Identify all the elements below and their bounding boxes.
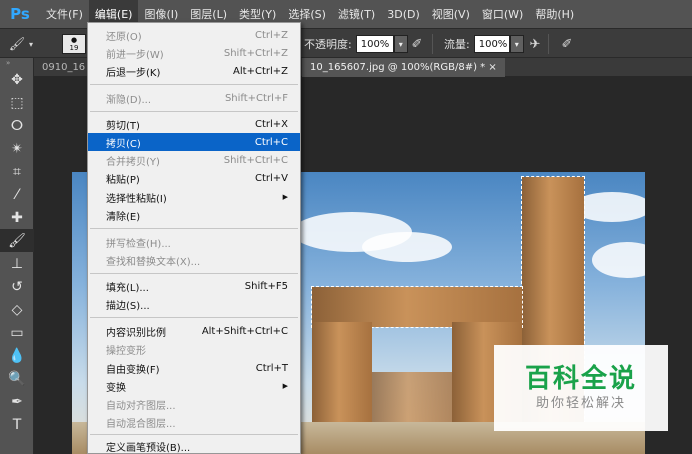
airbrush-icon: ✈ [529, 36, 541, 52]
menu-item-fade[interactable]: 渐隐(D)... Shift+Ctrl+F [88, 89, 300, 107]
menu-separator [90, 317, 298, 318]
menu-separator [90, 228, 298, 229]
menu-item-paste[interactable]: 粘贴(P) Ctrl+V [88, 169, 300, 187]
brush-tool-icon[interactable]: 🖌 [0, 229, 34, 252]
menu-item-spell-check[interactable]: 拼写检查(H)... [88, 233, 300, 251]
submenu-arrow-icon: ▶ [282, 193, 288, 201]
brush-icon: 🖌 [8, 36, 26, 52]
opacity-input[interactable]: 100% [355, 35, 394, 53]
brush-size-value: 19 [69, 44, 79, 52]
lasso-tool-icon[interactable]: ⵔ [0, 114, 34, 137]
document-tab-active[interactable]: 10_165607.jpg @ 100%(RGB/8#) * × [302, 58, 505, 77]
opacity-label: 不透明度: [304, 38, 352, 51]
watermark-badge: 百科全说 助你轻松解决 [494, 345, 668, 431]
menu-item-cut[interactable]: 剪切(T) Ctrl+X [88, 115, 300, 133]
menu-item-clear[interactable]: 清除(E) [88, 206, 300, 224]
menu-view[interactable]: 视图(V) [426, 0, 476, 28]
menu-item-stroke[interactable]: 描边(S)... [88, 295, 300, 313]
opacity-pressure-button[interactable]: ✐ [408, 34, 426, 54]
move-tool-icon[interactable]: ✥ [0, 68, 34, 91]
menu-item-find-replace[interactable]: 查找和替换文本(X)... [88, 251, 300, 269]
airbrush-button[interactable]: ✈ [526, 34, 544, 54]
gradient-tool-icon[interactable]: ▭ [0, 321, 34, 344]
menu-separator [90, 111, 298, 112]
menu-item-auto-align-layers[interactable]: 自动对齐图层... [88, 395, 300, 413]
menu-item-define-brush-preset[interactable]: 定义画笔预设(B)... [88, 437, 300, 454]
pressure-icon: ✐ [411, 36, 423, 52]
menu-item-copy[interactable]: 拷贝(C) Ctrl+C [88, 133, 300, 151]
history-brush-tool-icon[interactable]: ↺ [0, 275, 34, 298]
menu-separator [90, 434, 298, 435]
menu-item-fill[interactable]: 填充(L)... Shift+F5 [88, 277, 300, 295]
menu-item-step-backward[interactable]: 后退一步(K) Alt+Ctrl+Z [88, 62, 300, 80]
menu-item-auto-blend-layers[interactable]: 自动混合图层... [88, 413, 300, 431]
flow-control: 流量: 100% ▾ [444, 34, 524, 54]
pen-tool-icon[interactable]: ✒ [0, 390, 34, 413]
menu-item-step-forward[interactable]: 前进一步(W) Shift+Ctrl+Z [88, 44, 300, 62]
menu-item-paste-special[interactable]: 选择性粘贴(I) ▶ [88, 188, 300, 206]
pressure-size-icon: ✐ [561, 36, 573, 52]
menu-separator [90, 84, 298, 85]
chevron-down-icon: ▾ [28, 39, 33, 49]
opacity-control: 不透明度: 100% ▾ [304, 34, 408, 54]
blur-tool-icon[interactable]: 💧 [0, 344, 34, 367]
flow-input[interactable]: 100% [473, 35, 510, 53]
size-pressure-button[interactable]: ✐ [558, 34, 576, 54]
panel-collapse-icon[interactable]: » [0, 58, 33, 68]
menu-item-undo[interactable]: 还原(O) Ctrl+Z [88, 26, 300, 44]
menu-help[interactable]: 帮助(H) [529, 0, 580, 28]
options-separator [548, 34, 549, 54]
menu-item-content-aware-scale[interactable]: 内容识别比例 Alt+Shift+Ctrl+C [88, 322, 300, 340]
menu-item-copy-merged[interactable]: 合并拷贝(Y) Shift+Ctrl+C [88, 151, 300, 169]
eyedropper-tool-icon[interactable]: ⁄ [0, 183, 34, 206]
photoshop-logo: Ps [10, 5, 30, 23]
flow-label: 流量: [444, 38, 470, 51]
brush-preset-picker[interactable]: 🖌 ▾ [8, 34, 36, 54]
submenu-arrow-icon: ▶ [282, 382, 288, 390]
brush-dot-icon: ● [70, 36, 78, 44]
flow-dropdown-button[interactable]: ▾ [509, 35, 524, 53]
clone-stamp-tool-icon[interactable]: ⊥ [0, 252, 34, 275]
opacity-dropdown-button[interactable]: ▾ [393, 35, 408, 53]
marquee-tool-icon[interactable]: ⬚ [0, 91, 34, 114]
watermark-subtitle: 助你轻松解决 [535, 396, 626, 411]
watermark-title: 百科全说 [524, 364, 637, 394]
menu-item-transform[interactable]: 变换 ▶ [88, 377, 300, 395]
menu-window[interactable]: 窗口(W) [476, 0, 529, 28]
dodge-tool-icon[interactable]: 🔍 [0, 367, 34, 390]
brush-size-picker[interactable]: ● 19 [62, 34, 86, 54]
healing-brush-tool-icon[interactable]: ✚ [0, 206, 34, 229]
crop-tool-icon[interactable]: ⌗ [0, 160, 34, 183]
tools-panel: » ✥ ⬚ ⵔ ✴ ⌗ ⁄ ✚ 🖌 ⊥ ↺ ◇ ▭ 💧 🔍 ✒ T [0, 58, 34, 454]
eraser-tool-icon[interactable]: ◇ [0, 298, 34, 321]
cloud [592, 242, 645, 278]
type-tool-icon[interactable]: T [0, 413, 34, 436]
edit-dropdown-menu: 还原(O) Ctrl+Z 前进一步(W) Shift+Ctrl+Z 后退一步(K) A… [87, 22, 301, 454]
menu-separator [90, 273, 298, 274]
options-separator [432, 34, 433, 54]
menu-3d[interactable]: 3D(D) [381, 0, 426, 28]
magic-wand-tool-icon[interactable]: ✴ [0, 137, 34, 160]
menu-filter[interactable]: 滤镜(T) [332, 0, 381, 28]
menu-item-free-transform[interactable]: 自由变换(F) Ctrl+T [88, 359, 300, 377]
document-tab[interactable]: 0910_16 [34, 58, 93, 77]
menu-item-puppet-warp[interactable]: 操控变形 [88, 340, 300, 358]
cloud [362, 232, 452, 262]
menu-file[interactable]: 文件(F) [40, 0, 89, 28]
